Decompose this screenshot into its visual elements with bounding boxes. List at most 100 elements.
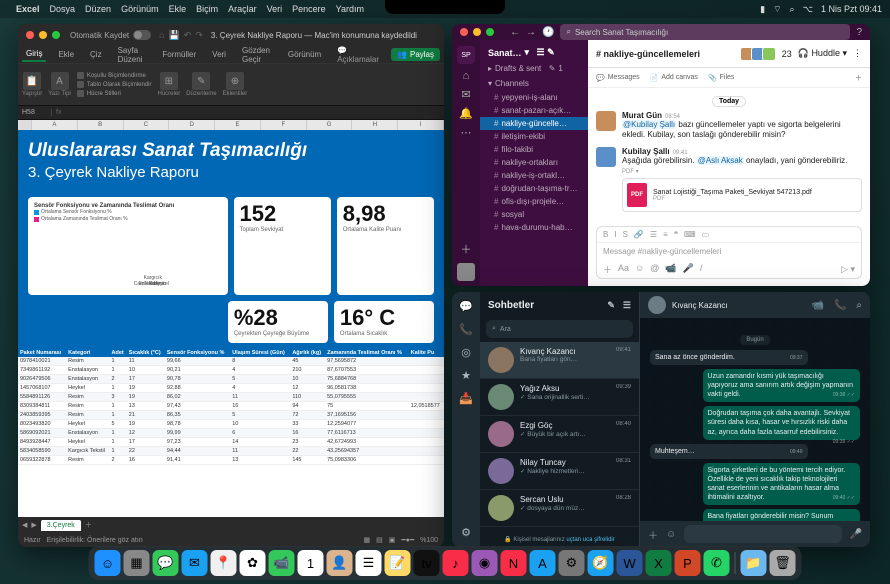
numbered-list-icon[interactable]: ≡ (663, 230, 668, 239)
new-chat-icon[interactable]: ✎ (607, 300, 615, 311)
search-input[interactable]: ⌕ Ara (486, 320, 633, 338)
cells-group[interactable]: ⊞Hücreler (158, 72, 181, 97)
dock-podcasts[interactable]: ◉ (472, 550, 498, 576)
zoom-button[interactable] (52, 31, 60, 39)
chat-item[interactable]: Sercan Uslu08:28✓ dosyaya dün müz… (480, 490, 639, 527)
quote-icon[interactable]: ❝ (674, 230, 678, 239)
dock-whatsapp[interactable]: ✆ (704, 550, 730, 576)
wifi-icon[interactable]: ⌔ (773, 4, 781, 15)
messages-tab[interactable]: 💬 Messages (596, 74, 640, 82)
workspace-name[interactable]: Sanat… ▾ ☰ ✎ (480, 44, 588, 61)
sheet-tab[interactable]: 3.Çeyrek (41, 520, 81, 531)
menu-window[interactable]: Pencere (292, 4, 326, 14)
sidebar-channel[interactable]: # sosyal (480, 208, 588, 221)
tab-review[interactable]: Gözden Geçir (238, 44, 276, 66)
sheet-nav-icon[interactable]: ◀ (22, 521, 27, 529)
drafts-section[interactable]: ▸ Drafts & sent ✎ 1 (480, 61, 588, 76)
menu-tools[interactable]: Araçlar (228, 4, 257, 14)
dock-folder[interactable]: 📁 (741, 550, 767, 576)
control-center-icon[interactable]: ⌥ (803, 4, 813, 15)
redo-icon[interactable]: ↷ (195, 30, 203, 41)
app-name[interactable]: Excel (16, 4, 40, 14)
table-row[interactable]: 9026479506Enstalasyon21790,7851075,68847… (18, 375, 444, 384)
view-page-icon[interactable]: ▤ (376, 536, 383, 544)
view-break-icon[interactable]: ▣ (389, 536, 396, 544)
video-icon[interactable]: 📹 (665, 263, 676, 276)
message-bubble[interactable]: Muhteşem…09:40 (650, 444, 808, 459)
chat-item[interactable]: Yağız Aksu09:39✓ Sana orijinallik serti… (480, 379, 639, 416)
dock-word[interactable]: W (617, 550, 643, 576)
dock-trash[interactable]: 🗑 (770, 550, 796, 576)
dock-facetime[interactable]: 📹 (269, 550, 295, 576)
table-row[interactable]: 5834058590Kargıcık Tekstil12294,44112243… (18, 447, 444, 456)
tab-view[interactable]: Görünüm (284, 48, 325, 61)
data-table[interactable]: Paket NumarasıKategoriAdetSıcaklık (°C)S… (18, 349, 444, 465)
menu-edit[interactable]: Düzen (85, 4, 111, 14)
sidebar-channel[interactable]: # sanat-pazarı-açık… (480, 104, 588, 117)
files-tab[interactable]: 📎 Files (708, 74, 735, 82)
archive-icon[interactable]: 📥 (459, 392, 473, 405)
close-button[interactable] (460, 28, 468, 36)
chat-name[interactable]: Kıvanç Kazancı (672, 301, 728, 310)
menu-data[interactable]: Veri (267, 4, 283, 14)
avatar[interactable] (596, 111, 616, 131)
send-icon[interactable]: ▷ ▾ (841, 264, 855, 275)
col-header[interactable]: B (78, 120, 124, 130)
fx-icon[interactable]: fx (56, 109, 61, 116)
sidebar-channel[interactable]: # nakliye-ortakları (480, 156, 588, 169)
avatar[interactable] (596, 147, 616, 167)
sidebar-channel[interactable]: # nakliye-iş-ortakl… (480, 169, 588, 182)
chat-item[interactable]: Nilay Tuncay08:31✓ Nakliye hizmetleri… (480, 453, 639, 490)
sidebar-channel[interactable]: # hava-durumu-hab… (480, 221, 588, 234)
close-button[interactable] (26, 31, 34, 39)
audio-icon[interactable]: 🎤 (683, 263, 694, 276)
dock-messages[interactable]: 💬 (153, 550, 179, 576)
settings-icon[interactable]: ⚙ (461, 526, 471, 539)
col-header[interactable]: E (215, 120, 261, 130)
col-header[interactable]: C (124, 120, 170, 130)
strike-icon[interactable]: S (623, 230, 628, 239)
col-header[interactable]: G (307, 120, 353, 130)
table-row[interactable]: 8309384811Resim11397,4316947512,0518577 (18, 402, 444, 411)
dock-music[interactable]: ♪ (443, 550, 469, 576)
attach-icon[interactable]: ＋ (603, 263, 612, 276)
col-header[interactable]: D (169, 120, 215, 130)
zoom-button[interactable] (486, 28, 494, 36)
sidebar-channel[interactable]: # filo-takibi (480, 143, 588, 156)
worksheet[interactable]: A B C D E F G H I Uluslararası Sanat Taş… (18, 120, 444, 517)
table-row[interactable]: 7349861192Enstalasyon11090,21421087,6707… (18, 366, 444, 375)
mention-icon[interactable]: @ (650, 263, 659, 276)
workspace-icon[interactable]: SP (457, 46, 475, 64)
col-header[interactable]: F (261, 120, 307, 130)
table-row[interactable]: 5869092021Enstalasyon11299,9961677,61167… (18, 429, 444, 438)
tab-insert[interactable]: Ekle (54, 48, 78, 61)
save-icon[interactable]: 💾 (169, 30, 180, 41)
zoom-slider[interactable]: ━●━ (401, 536, 414, 544)
name-box[interactable]: H58 (22, 109, 52, 116)
chat-item[interactable]: Ezgi Göç08:40✓ Büyük bir açık artı… (480, 416, 639, 453)
mic-icon[interactable]: 🎤 (850, 529, 862, 540)
table-row[interactable]: 8023493820Heykel51998,78103312,2594077 (18, 420, 444, 429)
sidebar-channel[interactable]: # nakliye-güncelle… (480, 117, 588, 130)
tab-data[interactable]: Veri (208, 48, 230, 61)
dm-icon[interactable]: ✉ (461, 88, 470, 101)
menu-help[interactable]: Yardım (336, 4, 364, 14)
dock-reminders[interactable]: ☰ (356, 550, 382, 576)
status-accessibility[interactable]: Erişilebilirlik: Önerilere göz atın (47, 537, 143, 544)
list-icon[interactable]: ☰ (650, 230, 657, 239)
tab-pagelayout[interactable]: Sayfa Düzeni (114, 44, 151, 66)
dock-launchpad[interactable]: ▦ (124, 550, 150, 576)
dock-safari[interactable]: 🧭 (588, 550, 614, 576)
toggle-icon[interactable] (133, 30, 151, 40)
minimize-button[interactable] (473, 28, 481, 36)
font-group[interactable]: AYazı Tipi (48, 72, 71, 97)
more-icon[interactable]: ⋮ (853, 48, 862, 59)
addins-group[interactable]: ⊕Eklentiler (223, 72, 248, 97)
message-bubble[interactable]: Sigorta şirketleri de bu yöntemi tercih … (703, 463, 861, 505)
chats-icon[interactable]: 💬 (459, 300, 473, 313)
table-row[interactable]: 1457068107Heykel11992,8841296,0581738 (18, 384, 444, 393)
sidebar-channel[interactable]: # ofis-dışı-projele… (480, 195, 588, 208)
attach-icon[interactable]: ＋ (648, 527, 658, 542)
dock-contacts[interactable]: 👤 (327, 550, 353, 576)
help-icon[interactable]: ? (856, 27, 862, 38)
